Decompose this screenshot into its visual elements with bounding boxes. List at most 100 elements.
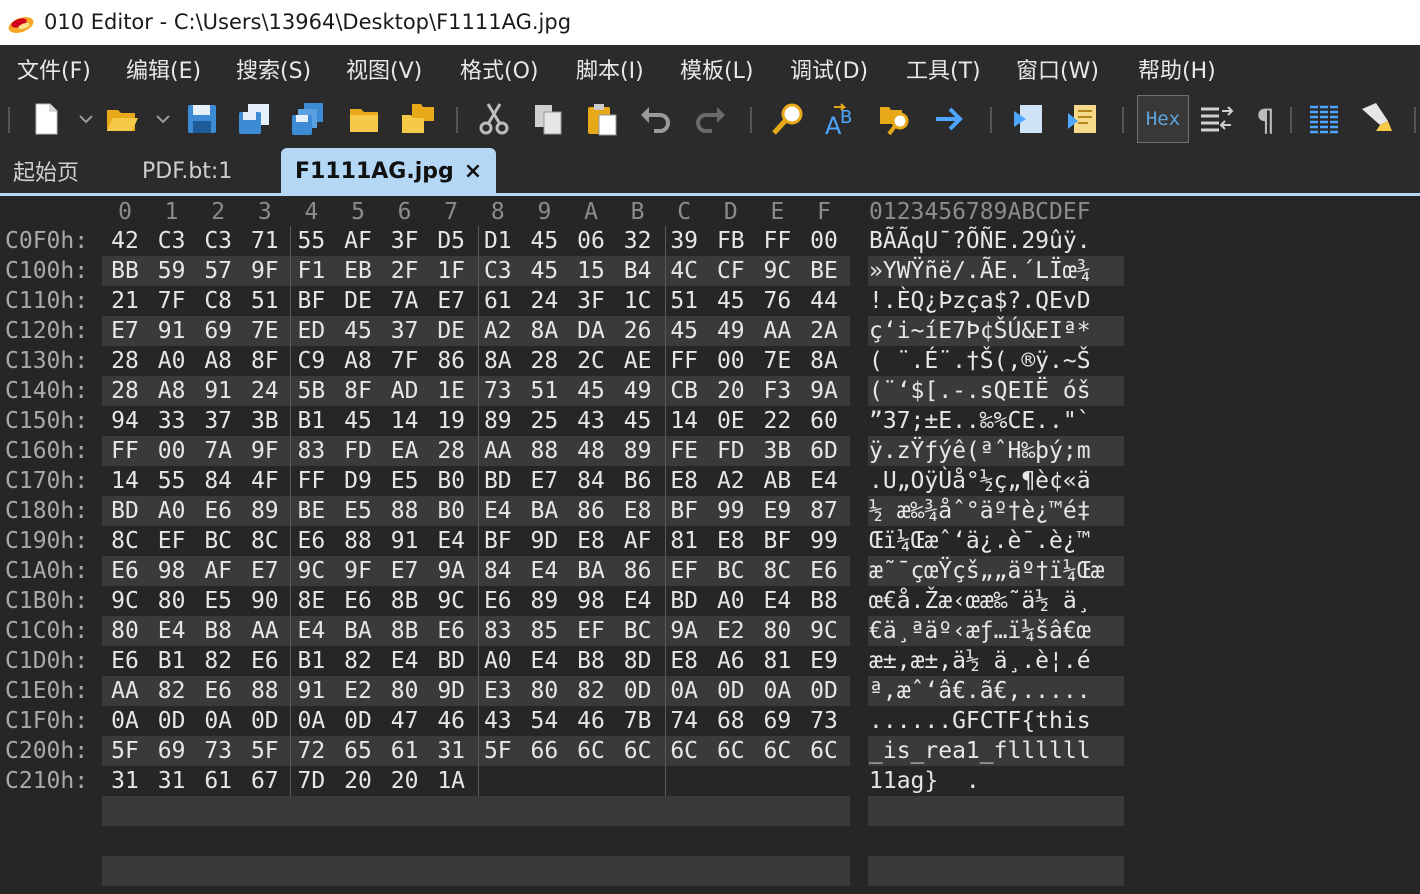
hex-byte[interactable]: 9A (431, 558, 471, 584)
hex-byte[interactable]: E4 (524, 558, 564, 584)
hex-byte[interactable]: 14 (105, 468, 145, 494)
hex-byte[interactable]: 89 (245, 498, 285, 524)
hex-byte[interactable]: 49 (711, 318, 751, 344)
hex-byte[interactable]: A8 (338, 348, 378, 374)
menu-debug[interactable]: 调试(D) (790, 53, 868, 85)
hex-byte[interactable]: 28 (105, 348, 145, 374)
hex-byte[interactable]: 3F (385, 228, 425, 254)
hex-byte[interactable]: 1F (431, 258, 471, 284)
hex-byte[interactable]: 0D (245, 708, 285, 734)
hex-byte[interactable]: 83 (478, 618, 518, 644)
hex-byte[interactable]: 8A (524, 318, 564, 344)
hex-byte[interactable]: E4 (385, 648, 425, 674)
hex-byte[interactable]: C3 (198, 228, 238, 254)
hex-byte[interactable]: 0A (198, 708, 238, 734)
hex-byte[interactable]: 89 (524, 588, 564, 614)
hex-byte[interactable]: A8 (152, 378, 192, 404)
hex-byte[interactable]: 80 (385, 678, 425, 704)
hex-byte[interactable]: 82 (571, 678, 611, 704)
find-icon[interactable] (768, 99, 808, 139)
hex-byte[interactable]: 0D (804, 678, 844, 704)
hex-byte[interactable]: DE (431, 318, 471, 344)
hex-byte[interactable]: 28 (431, 438, 471, 464)
hex-byte[interactable]: E6 (198, 678, 238, 704)
hex-byte[interactable]: 45 (524, 228, 564, 254)
hex-byte[interactable]: 6C (571, 738, 611, 764)
hex-byte[interactable]: 26 (618, 318, 658, 344)
hex-byte[interactable]: 7F (385, 348, 425, 374)
hex-byte[interactable]: 45 (524, 258, 564, 284)
hex-byte[interactable]: AF (618, 528, 658, 554)
hex-byte[interactable]: 22 (757, 408, 797, 434)
hex-byte[interactable]: 20 (338, 768, 378, 794)
hex-byte[interactable]: E6 (291, 528, 331, 554)
hex-byte[interactable]: 89 (618, 438, 658, 464)
hex-byte[interactable]: 7D (291, 768, 331, 794)
hex-byte[interactable]: 60 (804, 408, 844, 434)
hex-byte[interactable]: 65 (338, 738, 378, 764)
hex-byte[interactable]: 86 (618, 558, 658, 584)
hex-byte[interactable]: A0 (152, 348, 192, 374)
hex-byte[interactable]: E4 (152, 618, 192, 644)
hex-byte[interactable]: BC (618, 618, 658, 644)
hex-byte[interactable]: C3 (152, 228, 192, 254)
hex-byte[interactable]: E6 (431, 618, 471, 644)
hex-byte[interactable]: 69 (152, 738, 192, 764)
hex-byte[interactable]: 7E (245, 318, 285, 344)
hex-byte[interactable]: 0D (338, 708, 378, 734)
hex-byte[interactable]: 14 (385, 408, 425, 434)
hex-byte[interactable]: 68 (711, 708, 751, 734)
hex-byte[interactable]: BD (664, 588, 704, 614)
hex-byte[interactable]: 73 (478, 378, 518, 404)
run-template-icon[interactable] (1064, 99, 1104, 139)
hex-byte[interactable]: E9 (757, 498, 797, 524)
hex-byte[interactable]: FF (105, 438, 145, 464)
hex-byte[interactable]: EF (664, 558, 704, 584)
hex-byte[interactable]: 43 (478, 708, 518, 734)
hex-byte[interactable]: 69 (198, 318, 238, 344)
hex-byte[interactable]: FF (757, 228, 797, 254)
hex-byte[interactable]: 49 (618, 378, 658, 404)
hex-byte[interactable]: 80 (524, 678, 564, 704)
hex-byte[interactable]: 6D (804, 438, 844, 464)
hex-byte[interactable]: 87 (804, 498, 844, 524)
hex-byte[interactable]: E6 (478, 588, 518, 614)
hex-byte[interactable]: EF (571, 618, 611, 644)
save-as-icon[interactable] (234, 99, 274, 139)
hex-byte[interactable]: 1C (618, 288, 658, 314)
save-all-icon[interactable] (288, 99, 328, 139)
ascii-text[interactable]: Œï¼Œæˆ‘ä¿.è¯.è¿™ (869, 528, 1091, 554)
hex-byte[interactable]: 8A (804, 348, 844, 374)
menu-file[interactable]: 文件(F) (17, 53, 91, 85)
ascii-text[interactable]: BÃÃqU¯?ÕÑE.29ûÿ. (869, 228, 1091, 254)
hex-byte[interactable]: 59 (152, 258, 192, 284)
hex-byte[interactable]: E7 (431, 288, 471, 314)
hex-byte[interactable]: 7A (385, 288, 425, 314)
hex-byte[interactable]: 82 (198, 648, 238, 674)
hex-byte[interactable]: B1 (152, 648, 192, 674)
menu-format[interactable]: 格式(O) (460, 53, 538, 85)
menu-view[interactable]: 视图(V) (346, 53, 422, 85)
hex-byte[interactable]: 28 (524, 348, 564, 374)
tab-pdf-template[interactable]: PDF.bt:1 (142, 148, 232, 194)
ascii-text[interactable]: ”37;±E..‰%CE.."` (869, 408, 1091, 434)
hex-byte[interactable]: 5F (245, 738, 285, 764)
hex-byte[interactable]: 45 (711, 288, 751, 314)
hex-byte[interactable]: BF (757, 528, 797, 554)
hex-byte[interactable]: E3 (478, 678, 518, 704)
hex-byte[interactable]: E8 (664, 468, 704, 494)
hex-byte[interactable]: 2F (385, 258, 425, 284)
ascii-text[interactable]: œ€å.Žæ‹œæ‰˜ä½ ä¸ (869, 588, 1091, 614)
hex-byte[interactable]: 66 (524, 738, 564, 764)
hex-byte[interactable]: 20 (711, 378, 751, 404)
hex-byte[interactable]: 9D (524, 528, 564, 554)
ascii-text[interactable]: (¨‘$[.-.sQEIË óš (869, 378, 1091, 404)
hex-byte[interactable]: 61 (198, 768, 238, 794)
hex-byte[interactable]: B8 (198, 618, 238, 644)
hex-byte[interactable]: E7 (245, 558, 285, 584)
hex-byte[interactable]: BD (431, 648, 471, 674)
hex-byte[interactable]: BD (478, 468, 518, 494)
hex-byte[interactable]: 0A (757, 678, 797, 704)
hex-byte[interactable]: 8E (291, 588, 331, 614)
hex-byte[interactable]: BD (105, 498, 145, 524)
